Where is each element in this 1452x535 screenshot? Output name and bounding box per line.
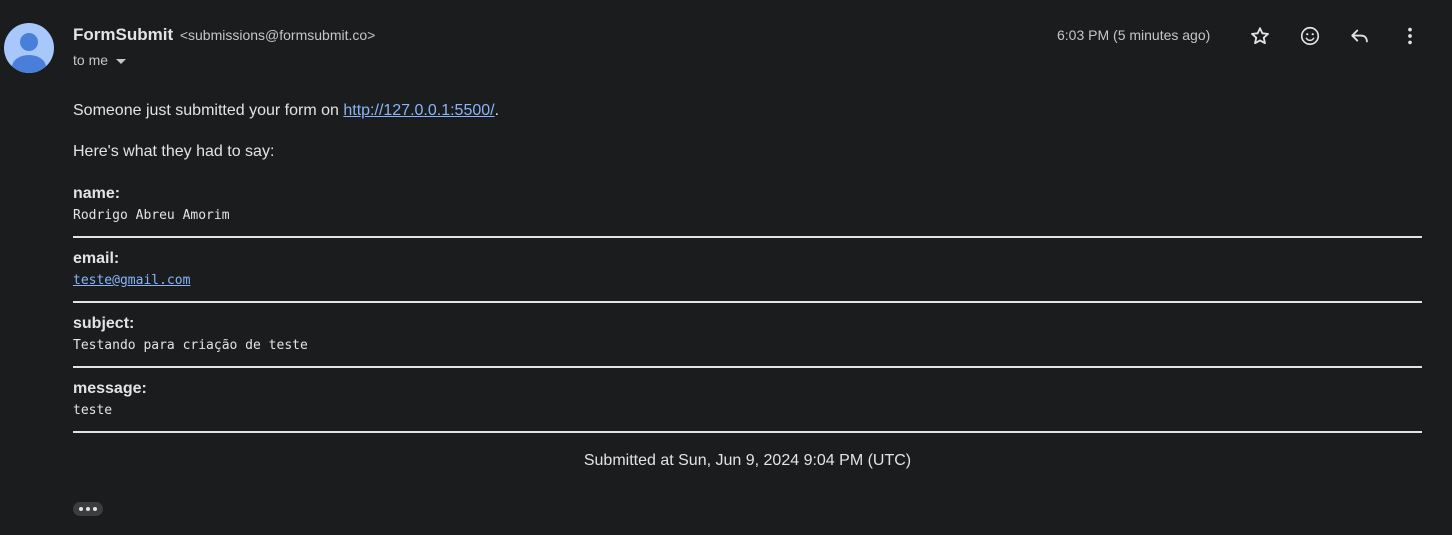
divider [73, 366, 1422, 368]
email-view: FormSubmit <submissions@formsubmit.co> t… [0, 0, 1452, 535]
intro-text: Someone just submitted your form on [73, 102, 344, 119]
star-icon[interactable] [1246, 22, 1274, 50]
dot-icon [86, 507, 90, 511]
sender-line: FormSubmit <submissions@formsubmit.co> [73, 25, 375, 45]
dot-icon [93, 507, 97, 511]
person-icon [12, 33, 46, 73]
field-label-email: email: [73, 250, 120, 267]
lead-text: Here's what they had to say: [73, 143, 275, 160]
chevron-down-icon[interactable] [116, 58, 127, 64]
field-value-name: Rodrigo Abreu Amorim [73, 208, 230, 223]
timestamp: 6:03 PM (5 minutes ago) [1057, 27, 1211, 43]
more-vert-icon[interactable] [1396, 22, 1424, 50]
field-value-email-link[interactable]: teste@gmail.com [73, 273, 190, 288]
recipient-label: to me [73, 52, 109, 68]
sender-email: <submissions@formsubmit.co> [179, 27, 376, 43]
divider [73, 301, 1422, 303]
dot-icon [79, 507, 83, 511]
sender-name[interactable]: FormSubmit [73, 25, 173, 44]
divider [73, 236, 1422, 238]
submitted-at: Submitted at Sun, Jun 9, 2024 9:04 PM (U… [583, 452, 912, 469]
field-value-subject: Testando para criação de teste [73, 338, 308, 353]
divider [73, 431, 1422, 433]
recipient-details[interactable]: to me [73, 52, 127, 68]
field-label-subject: subject: [73, 315, 135, 332]
field-label-message: message: [73, 380, 147, 397]
avatar[interactable] [4, 23, 54, 73]
show-trimmed-content-button[interactable] [73, 502, 103, 516]
form-url-link[interactable]: http://127.0.0.1:5500/ [343, 102, 494, 119]
intro-line: Someone just submitted your form on http… [73, 102, 499, 120]
intro-suffix: . [494, 102, 500, 119]
emoji-icon[interactable] [1296, 22, 1324, 50]
reply-icon[interactable] [1346, 22, 1374, 50]
field-label-name: name: [73, 185, 121, 202]
field-value-message: teste [73, 403, 113, 418]
